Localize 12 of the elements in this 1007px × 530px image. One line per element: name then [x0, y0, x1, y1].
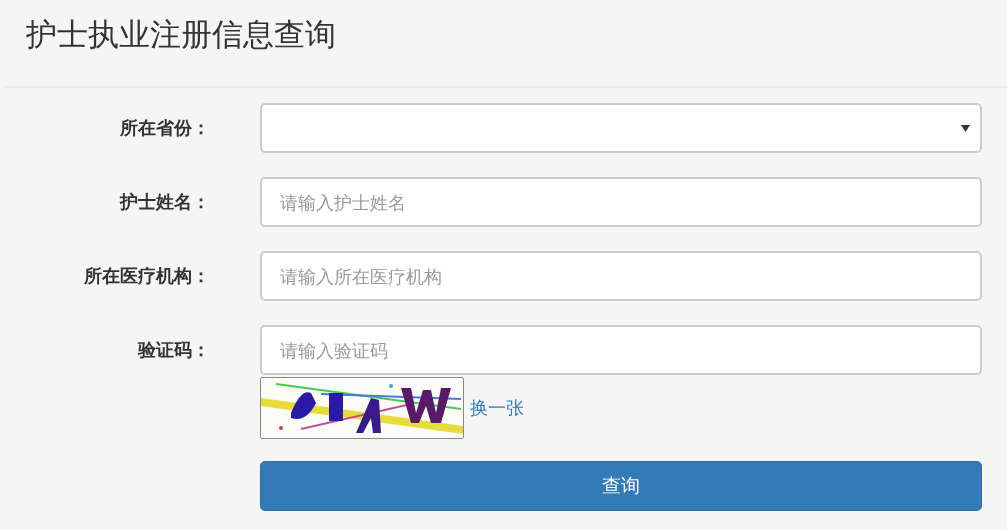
field-label: 验证码： — [136, 338, 210, 362]
input-field[interactable]: 请输入验证码 — [260, 325, 982, 375]
caret-icon — [961, 124, 970, 132]
search-button[interactable]: 查询 — [260, 461, 982, 511]
input-field[interactable]: 请输入所在医疗机构 — [260, 251, 982, 301]
province-select[interactable] — [260, 103, 982, 153]
field-label: 所在省份： — [119, 116, 210, 140]
field-label: 所在医疗机构： — [83, 264, 210, 288]
refresh-captcha-link[interactable]: 换一张 — [470, 396, 524, 420]
page-title: 护士执业注册信息查询 — [25, 15, 337, 54]
field-label: 护士姓名： — [118, 190, 210, 214]
input-field[interactable]: 请输入护士姓名 — [260, 177, 982, 227]
